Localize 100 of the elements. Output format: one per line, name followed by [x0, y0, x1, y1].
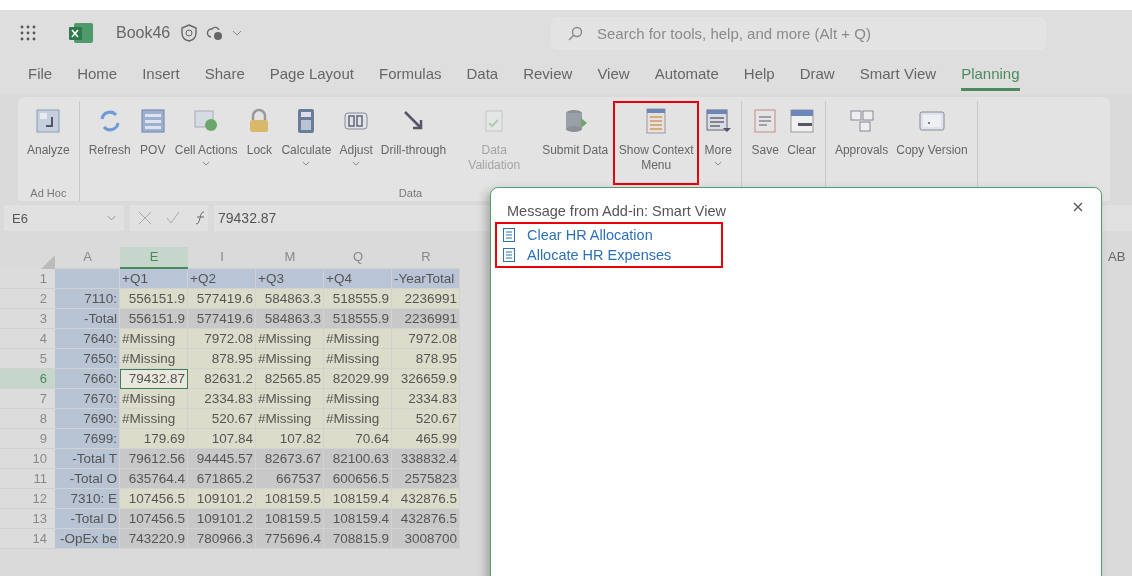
table-cell[interactable]: 520.67: [392, 409, 460, 429]
ribbon-tab[interactable]: Smart View: [859, 59, 937, 91]
table-cell[interactable]: 708815.9: [324, 529, 392, 549]
ribbon-tab[interactable]: Draw: [799, 59, 835, 91]
table-cell[interactable]: #Missing: [256, 349, 324, 369]
table-cell[interactable]: #Missing: [256, 389, 324, 409]
table-cell[interactable]: -Total D: [55, 509, 120, 529]
table-cell[interactable]: -Total T: [55, 449, 120, 469]
table-cell[interactable]: 79612.56: [120, 449, 188, 469]
table-cell[interactable]: +Q1: [120, 269, 188, 289]
ribbon-button[interactable]: Calculate: [278, 101, 335, 185]
ribbon-tab[interactable]: Home: [77, 59, 118, 91]
ribbon-button[interactable]: Adjust: [336, 101, 376, 185]
table-cell[interactable]: -OpEx be: [55, 529, 120, 549]
table-cell[interactable]: 107.84: [188, 429, 256, 449]
table-cell[interactable]: 556151.9: [120, 289, 188, 309]
table-cell[interactable]: 82631.2: [188, 369, 256, 389]
ribbon-button[interactable]: More: [701, 101, 736, 185]
table-cell[interactable]: #Missing: [324, 389, 392, 409]
ribbon-tab[interactable]: Page Layout: [269, 59, 354, 91]
table-cell[interactable]: 108159.5: [256, 489, 324, 509]
table-cell[interactable]: 518555.9: [324, 289, 392, 309]
ribbon-button[interactable]: Clear: [784, 101, 819, 185]
table-cell[interactable]: #Missing: [324, 409, 392, 429]
ribbon-button[interactable]: Show Context Menu: [613, 101, 700, 185]
ribbon-tab[interactable]: Formulas: [379, 59, 442, 91]
table-cell[interactable]: 108159.5: [256, 509, 324, 529]
search-field[interactable]: Search for tools, help, and more (Alt + Q): [551, 16, 1046, 50]
ribbon-tab[interactable]: Insert: [142, 59, 180, 91]
table-cell[interactable]: 667537: [256, 469, 324, 489]
table-cell[interactable]: 465.99: [392, 429, 460, 449]
table-cell[interactable]: #Missing: [120, 389, 188, 409]
table-cell[interactable]: -Total O: [55, 469, 120, 489]
table-cell[interactable]: 2236991: [392, 309, 460, 329]
table-cell[interactable]: #Missing: [256, 329, 324, 349]
table-cell[interactable]: 7660:: [55, 369, 120, 389]
ribbon-button[interactable]: Cell Actions: [171, 101, 241, 185]
table-cell[interactable]: 107456.5: [120, 509, 188, 529]
table-cell[interactable]: 7699:: [55, 429, 120, 449]
table-cell[interactable]: 7670:: [55, 389, 120, 409]
table-cell[interactable]: 577419.6: [188, 289, 256, 309]
ribbon-tab[interactable]: Share: [204, 59, 245, 91]
ribbon-button[interactable]: Refresh: [85, 101, 134, 185]
ribbon-button[interactable]: Lock: [242, 101, 277, 185]
file-name[interactable]: Book46: [116, 24, 171, 42]
ribbon-tab[interactable]: Review: [523, 59, 573, 91]
table-cell[interactable]: 2334.83: [392, 389, 460, 409]
table-cell[interactable]: 584863.3: [256, 309, 324, 329]
ribbon-tab[interactable]: Help: [743, 59, 775, 91]
ribbon-button[interactable]: Copy Version: [893, 101, 971, 185]
table-cell[interactable]: 520.67: [188, 409, 256, 429]
table-cell[interactable]: 7110:: [55, 289, 120, 309]
ribbon-button[interactable]: Approvals: [831, 101, 892, 185]
table-cell[interactable]: 107456.5: [120, 489, 188, 509]
table-cell[interactable]: 671865.2: [188, 469, 256, 489]
table-cell[interactable]: 577419.6: [188, 309, 256, 329]
ribbon-tab[interactable]: Planning: [961, 59, 1020, 91]
table-cell[interactable]: 432876.5: [392, 489, 460, 509]
table-cell[interactable]: 82100.63: [324, 449, 392, 469]
table-cell[interactable]: #Missing: [256, 409, 324, 429]
table-cell[interactable]: -Total: [55, 309, 120, 329]
table-cell[interactable]: 7310: E: [55, 489, 120, 509]
table-cell[interactable]: 7650:: [55, 349, 120, 369]
table-cell[interactable]: 780966.3: [188, 529, 256, 549]
ribbon-tab[interactable]: Automate: [654, 59, 719, 91]
table-cell[interactable]: 635764.4: [120, 469, 188, 489]
table-cell[interactable]: #Missing: [324, 349, 392, 369]
table-cell[interactable]: #Missing: [120, 349, 188, 369]
table-cell[interactable]: 338832.4: [392, 449, 460, 469]
table-cell[interactable]: 432876.5: [392, 509, 460, 529]
table-cell[interactable]: 878.95: [392, 349, 460, 369]
table-cell[interactable]: +Q2: [188, 269, 256, 289]
table-cell[interactable]: 82565.85: [256, 369, 324, 389]
table-cell[interactable]: 82029.99: [324, 369, 392, 389]
ribbon-button[interactable]: Analyze: [24, 101, 73, 185]
table-cell[interactable]: 2334.83: [188, 389, 256, 409]
table-cell[interactable]: 109101.2: [188, 489, 256, 509]
ribbon-button[interactable]: Drill-through: [377, 101, 450, 185]
table-cell[interactable]: 600656.5: [324, 469, 392, 489]
table-cell[interactable]: #Missing: [120, 409, 188, 429]
table-cell[interactable]: 743220.9: [120, 529, 188, 549]
table-cell[interactable]: -YearTotal: [392, 269, 460, 289]
table-cell[interactable]: 82673.67: [256, 449, 324, 469]
table-cell[interactable]: +Q3: [256, 269, 324, 289]
table-cell[interactable]: 108159.4: [324, 489, 392, 509]
table-cell[interactable]: 556151.9: [120, 309, 188, 329]
table-cell[interactable]: 3008700: [392, 529, 460, 549]
menu-link[interactable]: Clear HR Allocation: [503, 227, 672, 243]
ribbon-tab[interactable]: View: [597, 59, 630, 91]
column-header[interactable]: AB: [1108, 247, 1132, 269]
table-cell[interactable]: 7972.08: [392, 329, 460, 349]
table-cell[interactable]: 179.69: [120, 429, 188, 449]
column-header[interactable]: E: [120, 247, 188, 269]
table-cell[interactable]: 584863.3: [256, 289, 324, 309]
row-header[interactable]: 6: [0, 369, 55, 389]
name-box[interactable]: E6: [4, 205, 124, 231]
table-cell[interactable]: 94445.57: [188, 449, 256, 469]
table-cell[interactable]: 108159.4: [324, 509, 392, 529]
ribbon-tab[interactable]: File: [28, 59, 53, 91]
ribbon-button[interactable]: Submit Data: [539, 101, 612, 185]
